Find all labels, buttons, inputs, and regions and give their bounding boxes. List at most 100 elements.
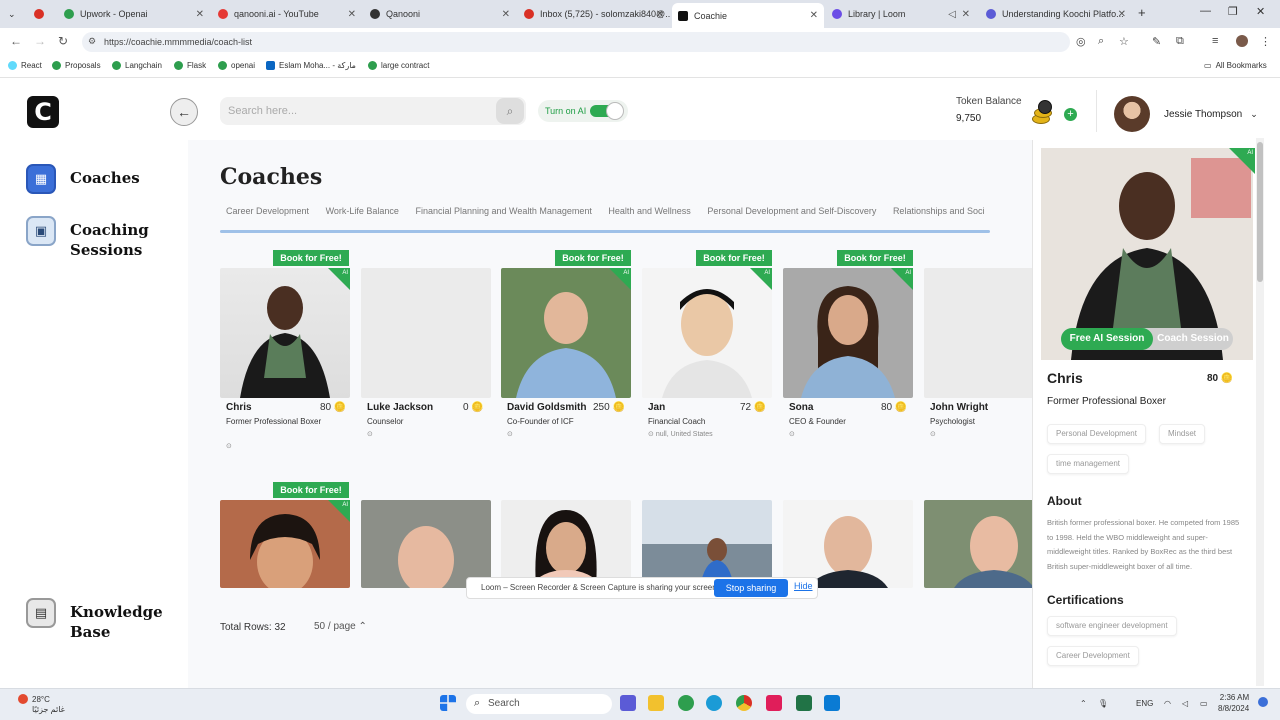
search-icon[interactable]: ⌕ (496, 98, 524, 124)
main-content: Coaches Career Development Work-Life Bal… (188, 140, 1032, 688)
teams-icon[interactable] (620, 695, 636, 711)
weather-widget[interactable]: 28°C غائم جزئيًا (32, 695, 65, 715)
url-input[interactable]: https://coachie.mmmmedia/coach-list (82, 32, 1070, 52)
book-free-badge[interactable]: Book for Free! (837, 250, 913, 266)
language-indicator[interactable]: ENG (1136, 699, 1153, 708)
ai-toggle-switch[interactable] (590, 102, 624, 120)
book-free-badge[interactable]: Book for Free! (555, 250, 631, 266)
coach-card-john-wright[interactable]: John Wright Psychologist ⊙ (924, 250, 1032, 450)
total-rows: Total Rows: 32 (220, 622, 286, 633)
reload-icon[interactable]: ↻ (58, 34, 68, 48)
tab-free-ai-session[interactable]: Free AI Session (1061, 328, 1153, 350)
book-free-badge[interactable]: Book for Free! (273, 482, 349, 498)
new-tab-button[interactable]: + (1138, 5, 1146, 20)
coach-card[interactable] (924, 482, 1032, 602)
sidebar-item-knowledge-base[interactable]: ▤ Knowledge Base (26, 598, 170, 642)
user-menu[interactable]: Jessie Thompson ⌄ (1114, 96, 1258, 132)
notifications-icon[interactable] (1258, 697, 1268, 707)
taskbar-search[interactable]: Search (466, 694, 612, 714)
close-icon[interactable]: ✕ (962, 9, 970, 20)
edge-icon[interactable] (706, 695, 722, 711)
browser-tab[interactable]: Understanding Koochi Platfo... ✕ (980, 4, 1132, 24)
browser-tab[interactable]: Library | Loom ◁ ✕ (826, 4, 976, 24)
tab-coach-session[interactable]: Coach Session (1153, 328, 1233, 350)
close-icon[interactable]: ✕ (196, 9, 204, 20)
site-info-icon[interactable]: ⚙ (88, 36, 96, 47)
menu-dots-icon[interactable]: ⋮ (1260, 35, 1271, 48)
category-tab[interactable]: Relationships and Soci (893, 206, 985, 216)
share-text: Loom – Screen Recorder & Screen Capture … (481, 583, 719, 592)
slack-icon[interactable] (766, 695, 782, 711)
bookmark-item[interactable]: openai (218, 61, 255, 70)
close-icon[interactable]: ✕ (348, 9, 356, 20)
taskbar-clock[interactable]: 2:36 AM 8/8/2024 (1218, 692, 1249, 714)
browser-tab[interactable]: Qanooni ✕ (364, 4, 516, 24)
tab-title: Upwork - Openai (80, 9, 148, 19)
category-tab[interactable]: Personal Development and Self-Discovery (707, 206, 876, 216)
add-tokens-button[interactable]: + (1064, 108, 1077, 121)
browser-tab[interactable]: qanooni.ai - YouTube ✕ (212, 4, 362, 24)
minimize-icon[interactable]: — (1200, 5, 1211, 17)
bookmark-star-icon[interactable]: ☆ (1119, 35, 1129, 48)
sidebar-item-coaches[interactable]: ▦ Coaches (26, 164, 140, 194)
coach-card[interactable]: Book for Free! AI (220, 482, 350, 598)
category-scrollbar[interactable] (220, 230, 990, 233)
search-input[interactable]: Search here... (220, 97, 526, 125)
wifi-icon[interactable]: ◠ (1164, 699, 1171, 708)
bookmark-item[interactable]: Proposals (52, 61, 101, 70)
book-free-badge[interactable]: Book for Free! (273, 250, 349, 266)
category-tab[interactable]: Financial Planning and Wealth Management (415, 206, 591, 216)
forward-arrow-icon[interactable]: → (34, 34, 46, 48)
tag-chip: Mindset (1159, 424, 1206, 444)
extensions-icon[interactable]: ⧉ (1176, 35, 1184, 48)
tab-list-button[interactable]: ⌄ (2, 4, 22, 24)
category-tab[interactable]: Career Development (226, 206, 309, 216)
hide-share-bar-link[interactable]: Hide (794, 581, 813, 591)
back-arrow-icon[interactable]: ← (10, 34, 22, 48)
browser-tab[interactable]: Upwork - Openai ✕ (58, 4, 210, 24)
vscode-icon[interactable] (824, 695, 840, 711)
battery-icon[interactable]: ▭ (1200, 699, 1208, 708)
browser-tab[interactable]: Inbox (5,725) - solomzaki840@... ✕ (518, 4, 670, 24)
mute-icon[interactable]: ◁ (948, 9, 956, 20)
stop-sharing-button[interactable]: Stop sharing (714, 579, 788, 597)
bookmark-item[interactable]: large contract (368, 61, 429, 70)
pen-icon[interactable]: ✎ (1152, 35, 1161, 48)
volume-icon[interactable]: ◁ (1182, 699, 1188, 708)
restore-icon[interactable]: ❐ (1228, 5, 1238, 18)
bookmark-item[interactable]: Flask (174, 61, 206, 70)
tab-search-icon[interactable]: ≡ (1212, 35, 1218, 47)
tab-title: Coachie (694, 10, 728, 21)
category-tab[interactable]: Work-Life Balance (326, 206, 399, 216)
close-icon[interactable]: ✕ (502, 9, 510, 20)
close-icon[interactable]: ✕ (810, 10, 818, 21)
bookmark-item[interactable]: Langchain (112, 61, 162, 70)
page-size-select[interactable]: 50 / page ⌃ (306, 616, 376, 638)
browser-tab-active[interactable]: Coachie ✕ (672, 3, 824, 28)
category-tab[interactable]: Health and Wellness (608, 206, 690, 216)
window-close-icon[interactable]: ✕ (1256, 5, 1265, 18)
coin-icon: 🪙 (1220, 373, 1234, 384)
browser-tab[interactable] (28, 4, 56, 24)
coachie-logo[interactable]: C (27, 96, 59, 128)
chrome-icon[interactable] (736, 695, 752, 711)
tray-chevron-icon[interactable]: ⌃ (1080, 699, 1087, 708)
close-icon[interactable]: ✕ (1118, 9, 1126, 20)
book-free-badge[interactable]: Book for Free! (696, 250, 772, 266)
eye-off-icon[interactable]: ◎ (1076, 35, 1086, 48)
profile-avatar[interactable] (1236, 35, 1248, 47)
certification-chip: software engineer development (1047, 616, 1177, 636)
sidebar-item-coaching-sessions[interactable]: ▣ Coaching Sessions (26, 216, 160, 260)
back-button[interactable]: ← (170, 98, 198, 126)
bookmark-label: React (21, 61, 42, 70)
panel-scrollbar[interactable] (1256, 138, 1264, 686)
zoom-icon[interactable]: ⌕ (1098, 35, 1104, 48)
file-explorer-icon[interactable] (648, 695, 664, 711)
close-icon[interactable]: ✕ (656, 9, 664, 20)
calculator-icon[interactable] (796, 695, 812, 711)
mic-icon[interactable]: 🎙 (1098, 699, 1108, 708)
upwork-icon[interactable] (678, 695, 694, 711)
bookmark-item[interactable]: React (8, 61, 42, 70)
bookmark-item[interactable]: Eslam Moha... - ماركة (266, 61, 356, 70)
all-bookmarks[interactable]: ▭ All Bookmarks (1204, 61, 1267, 70)
